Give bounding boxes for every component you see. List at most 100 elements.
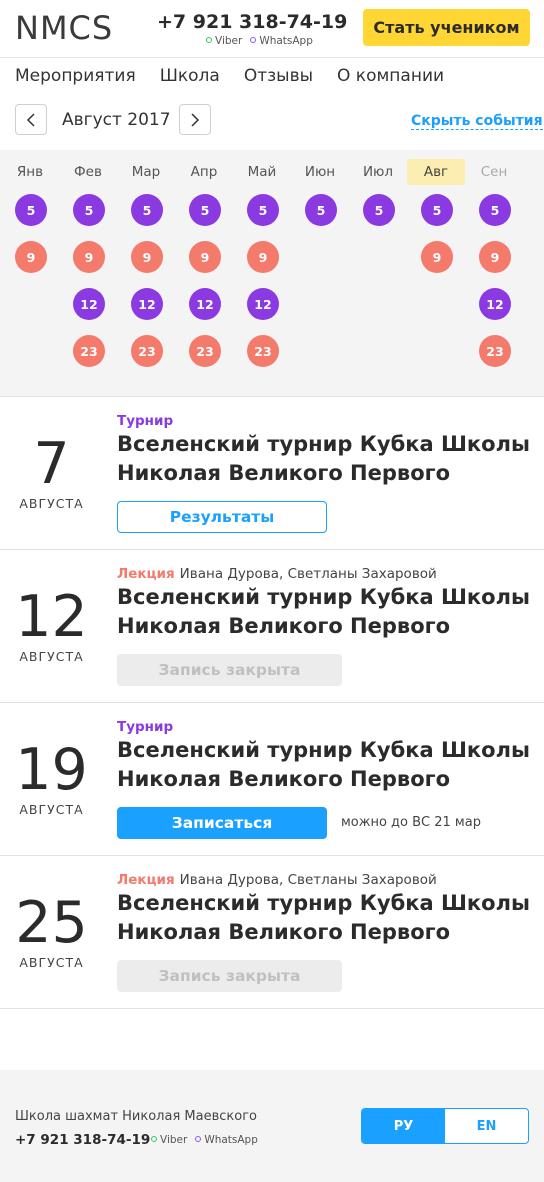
header-messengers: Viber WhatsApp [206,35,313,47]
logo[interactable]: NMCS [15,9,113,47]
prev-month-button[interactable] [15,104,47,135]
viber-icon [206,37,212,43]
event-tag: Турнир [117,719,174,735]
calendar-month-column: Апр 5 9 12 23 [175,150,233,396]
nav-item-events[interactable]: Мероприятия [15,59,136,95]
viber-link[interactable]: Viber [206,35,242,47]
calendar-month-name[interactable]: Фев [59,159,117,185]
calendar-month-name[interactable]: Июн [291,159,349,185]
calendar-month-column: Мар 5 9 12 23 [117,150,175,396]
calendar-month-column: Фев 5 9 12 23 [59,150,117,396]
nav-item-about[interactable]: О компании [337,59,444,95]
nav-item-reviews[interactable]: Отзывы [244,59,313,95]
month-selector: Август 2017 Скрыть события [0,104,544,136]
calendar-event-day[interactable]: 9 [189,241,221,273]
calendar-event-day[interactable]: 9 [421,241,453,273]
calendar-event-day[interactable]: 9 [479,241,511,273]
event-day: 7 [33,431,70,497]
calendar-month-column: Авг 5 9 [407,150,465,396]
event-title[interactable]: Вселенский турнир Кубка Школы Николая Ве… [117,430,537,488]
registration-closed-button: Запись закрыта [117,654,342,686]
event-title[interactable]: Вселенский турнир Кубка Школы Николая Ве… [117,583,537,641]
event-card: 12 АВГУСТА Лекция Ивана Дурова, Светланы … [0,550,544,703]
register-button[interactable]: Записаться [117,807,327,839]
calendar-month-name[interactable]: Май [233,159,291,185]
event-day: 12 [15,584,88,650]
site-header: NMCS +7 921 318-74-19 Viber WhatsApp Ста… [0,0,544,58]
site-footer: Школа шахмат Николая Маевского +7 921 31… [0,1070,544,1182]
calendar-month-name[interactable]: Авг [407,159,465,185]
event-card: 19 АВГУСТА Турнир Вселенский турнир Кубк… [0,703,544,856]
hide-events-link[interactable]: Скрыть события [411,113,543,130]
calendar-event-day[interactable]: 9 [131,241,163,273]
event-day: 25 [15,890,88,956]
event-lecturers: Ивана Дурова, Светланы Захаровой [179,566,437,582]
calendar-event-day[interactable]: 5 [363,194,395,226]
language-switcher: РУ EN [361,1108,529,1144]
calendar-event-day[interactable]: 12 [479,288,511,320]
calendar-event-day[interactable]: 5 [131,194,163,226]
event-month: АВГУСТА [19,802,84,817]
calendar-event-day[interactable]: 23 [189,335,221,367]
results-button[interactable]: Результаты [117,501,327,533]
calendar-event-day[interactable]: 5 [73,194,105,226]
calendar-event-day[interactable]: 23 [73,335,105,367]
event-card: 25 АВГУСТА Лекция Ивана Дурова, Светланы … [0,856,544,1009]
become-student-button[interactable]: Стать учеником [363,9,530,46]
calendar-event-day[interactable]: 23 [479,335,511,367]
event-title[interactable]: Вселенский турнир Кубка Школы Николая Ве… [117,889,537,947]
current-month-label: Август 2017 [62,110,171,130]
calendar-event-day[interactable]: 12 [131,288,163,320]
calendar-month-column: Июл 5 [349,150,407,396]
calendar-month-column: Сен 5 9 12 23 [465,150,523,396]
event-day: 19 [15,737,88,803]
main-nav: Мероприятия Школа Отзывы О компании [0,59,544,95]
whatsapp-link[interactable]: WhatsApp [250,35,313,47]
calendar-month-column: Май 5 9 12 23 [233,150,291,396]
event-card: 7 АВГУСТА Турнир Вселенский турнир Кубка… [0,397,544,550]
event-title[interactable]: Вселенский турнир Кубка Школы Николая Ве… [117,736,537,794]
nav-item-school[interactable]: Школа [160,59,220,95]
calendar-month-name[interactable]: Апр [175,159,233,185]
calendar-event-day[interactable]: 5 [189,194,221,226]
registration-closed-button: Запись закрыта [117,960,342,992]
event-month: АВГУСТА [19,955,84,970]
calendar-event-day[interactable]: 5 [479,194,511,226]
footer-whatsapp-link[interactable]: WhatsApp [195,1134,258,1146]
calendar-event-day[interactable]: 9 [15,241,47,273]
calendar-month-name[interactable]: О [523,159,544,185]
calendar-month-column: Июн 5 [291,150,349,396]
calendar-event-day[interactable]: 5 [15,194,47,226]
calendar-event-day[interactable]: 23 [247,335,279,367]
viber-icon [151,1136,157,1142]
lang-ru-button[interactable]: РУ [362,1109,445,1143]
footer-school-name: Школа шахмат Николая Маевского [15,1109,257,1124]
calendar-event-day[interactable]: 5 [421,194,453,226]
calendar-month-name[interactable]: Сен [465,159,523,185]
calendar-month-name[interactable]: Янв [1,159,59,185]
event-month: АВГУСТА [19,649,84,664]
event-month: АВГУСТА [19,496,84,511]
footer-messengers: Viber WhatsApp [151,1134,258,1146]
calendar-event-day[interactable]: 5 [247,194,279,226]
lang-en-button[interactable]: EN [445,1109,528,1143]
footer-phone[interactable]: +7 921 318-74-19 [15,1132,150,1148]
header-phone[interactable]: +7 921 318-74-19 [157,11,347,33]
calendar-event-day[interactable]: 12 [247,288,279,320]
calendar-event-day[interactable]: 23 [131,335,163,367]
calendar-event-day[interactable]: 12 [73,288,105,320]
footer-viber-link[interactable]: Viber [151,1134,187,1146]
event-tag: Турнир [117,413,174,429]
calendar-month-name[interactable]: Мар [117,159,175,185]
registration-deadline: можно до ВС 21 мар [341,815,481,830]
calendar-month-name[interactable]: Июл [349,159,407,185]
event-lecturers: Ивана Дурова, Светланы Захаровой [179,872,437,888]
calendar-event-day[interactable]: 9 [73,241,105,273]
next-month-button[interactable] [179,104,211,135]
calendar-event-day[interactable]: 5 [305,194,337,226]
whatsapp-icon [195,1136,202,1142]
calendar-event-day[interactable]: 12 [189,288,221,320]
event-tag: Лекция Ивана Дурова, Светланы Захаровой [117,872,437,888]
calendar-event-day[interactable]: 9 [247,241,279,273]
calendar-month-column: Янв 5 9 [1,150,59,396]
